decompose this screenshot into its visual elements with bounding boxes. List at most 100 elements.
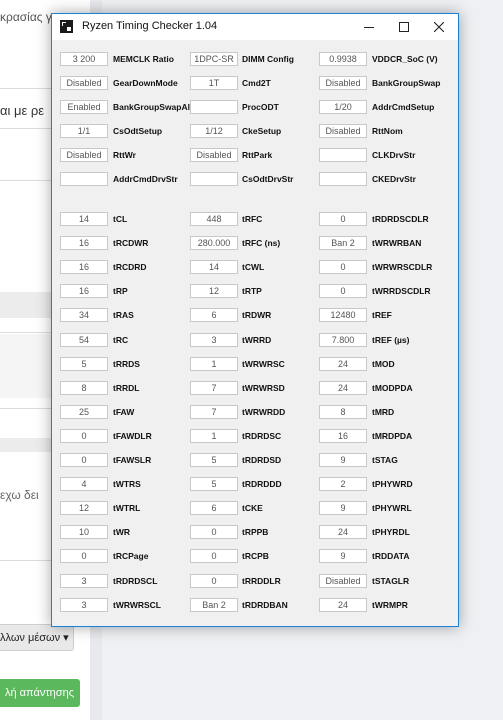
param-label: CKEDrvStr <box>372 174 416 184</box>
param-label: AddrCmdSetup <box>372 102 435 112</box>
param-cell: 9 tPHYWRL <box>52 497 458 519</box>
param-value-field[interactable]: 0 <box>319 284 367 299</box>
minimize-icon[interactable] <box>352 14 386 40</box>
param-cell: 1/20 AddrCmdSetup <box>52 96 458 118</box>
param-label: BankGroupSwap <box>372 78 441 88</box>
param-cell: 16 tMRDPDA <box>52 425 458 447</box>
param-value-field[interactable]: 24 <box>319 525 367 540</box>
param-cell: 8 tMRD <box>52 401 458 423</box>
param-cell: 12480 tREF <box>52 304 458 326</box>
param-value-field[interactable]: 7.800 <box>319 332 367 347</box>
param-row: 54 tRC 3 tWRRD 7.800 tREF (µs) <box>52 329 458 351</box>
param-value-field[interactable]: 16 <box>319 428 367 443</box>
param-label: tSTAGLR <box>372 575 410 586</box>
param-value-field[interactable] <box>319 148 367 162</box>
param-row: Disabled GearDownMode 1T Cmd2T Disabled BankG… <box>52 72 458 94</box>
param-cell: 0 tWRRDSCDLR <box>52 280 458 302</box>
param-cell: 9 tRDDATA <box>52 545 458 567</box>
param-row: 14 tCL 448 tRFC 0 tRDRDSCDLR <box>52 208 458 230</box>
param-row: Disabled RttWr Disabled RttPark CLKDrvStr <box>52 144 458 166</box>
param-cell: CLKDrvStr <box>52 144 458 166</box>
param-row: 16 tRCDRD 14 tCWL 0 tWRWRSCDLR <box>52 256 458 278</box>
param-row: 3 tWRWRSCL Ban 2 tRDRDBAN 24 tWRMPR <box>52 594 458 616</box>
close-icon[interactable] <box>422 14 456 40</box>
param-cell: CKEDrvStr <box>52 168 458 190</box>
param-label: tWRMPR <box>372 599 408 610</box>
param-cell: 2 tPHYWRD <box>52 473 458 495</box>
param-label: RttNom <box>372 126 403 136</box>
param-label: tPHYRDL <box>372 527 410 538</box>
param-row: 10 tWR 0 tRPPB 24 tPHYRDL <box>52 521 458 543</box>
param-value-field[interactable]: 9 <box>319 453 367 467</box>
param-label: tWRWRBAN <box>372 238 422 249</box>
param-value-field[interactable]: 0 <box>319 212 367 226</box>
param-value-field[interactable]: 8 <box>319 404 367 419</box>
param-value-field[interactable]: Disabled <box>319 124 367 138</box>
param-row: Enabled BankGroupSwapAlt ProcODT 1/20 AddrCm… <box>52 96 458 118</box>
param-value-field[interactable]: 9 <box>319 549 367 564</box>
maximize-icon[interactable] <box>387 14 421 40</box>
param-label: tMRD <box>372 406 395 417</box>
param-cell: 24 tMODPDA <box>52 377 458 399</box>
param-label: CLKDrvStr <box>372 150 416 160</box>
param-row: AddrCmdDrvStr CsOdtDrvStr CKEDrvStr <box>52 168 458 190</box>
param-cell: 24 tWRMPR <box>52 594 458 616</box>
param-value-field[interactable] <box>319 172 367 186</box>
param-value-field[interactable]: 1/20 <box>319 100 367 114</box>
param-row: 3 tRDRDSCL 0 tRRDDLR Disabled tSTAGLR <box>52 570 458 592</box>
param-row: 8 tRRDL 7 tWRWRSD 24 tMODPDA <box>52 377 458 399</box>
param-row: 5 tRRDS 1 tWRWRSC 24 tMOD <box>52 353 458 375</box>
param-label: tRDRDSCDLR <box>372 214 429 224</box>
param-label: tPHYWRD <box>372 479 413 490</box>
param-value-field[interactable]: Ban 2 <box>319 236 367 251</box>
param-value-field[interactable]: 0.9938 <box>319 52 367 66</box>
param-row: 34 tRAS 6 tRDWR 12480 tREF <box>52 304 458 326</box>
param-value-field[interactable]: 24 <box>319 380 367 395</box>
param-cell: Ban 2 tWRWRBAN <box>52 232 458 254</box>
param-cell: 0 tRDRDSCDLR <box>52 208 458 230</box>
param-cell: Disabled RttNom <box>52 120 458 142</box>
param-value-field[interactable]: 9 <box>319 501 367 516</box>
param-label: tPHYWRL <box>372 503 412 514</box>
param-cell: 9 tSTAG <box>52 449 458 471</box>
background-reply-button[interactable]: λή απάντησης <box>0 679 80 707</box>
param-row: 16 tRP 12 tRTP 0 tWRRDSCDLR <box>52 280 458 302</box>
param-value-field[interactable]: 24 <box>319 597 367 612</box>
param-row: 1/1 CsOdtSetup 1/12 CkeSetup Disabled RttNom <box>52 120 458 142</box>
param-cell: Disabled BankGroupSwap <box>52 72 458 94</box>
param-cell: Disabled tSTAGLR <box>52 570 458 592</box>
param-row: 3 200 MEMCLK Ratio 1DPC-SR DIMM Config 0.993… <box>52 48 458 70</box>
param-cell: 0 tWRWRSCDLR <box>52 256 458 278</box>
param-cell: 24 tPHYRDL <box>52 521 458 543</box>
param-row: 4 tWTRS 5 tRDRDDD 2 tPHYWRD <box>52 473 458 495</box>
param-row: 0 tFAWSLR 5 tRDRDSD 9 tSTAG <box>52 449 458 471</box>
background-dropdown-button[interactable]: λλων μέσων ▾ <box>0 624 74 651</box>
app-window: Ryzen Timing Checker 1.04 3 200 MEMCLK Ra… <box>51 13 459 627</box>
ryzen-app-icon <box>60 20 73 33</box>
param-value-field[interactable]: Disabled <box>319 76 367 90</box>
param-label: tWRRDSCDLR <box>372 286 431 297</box>
param-label: tREF <box>372 310 392 321</box>
param-label: tREF (µs) <box>372 334 410 345</box>
title-bar[interactable]: Ryzen Timing Checker 1.04 <box>52 14 458 40</box>
param-row: 16 tRCDWR 280.000 tRFC (ns) Ban 2 tWRWRBAN <box>52 232 458 254</box>
param-label: tMODPDA <box>372 382 413 393</box>
window-title: Ryzen Timing Checker 1.04 <box>82 20 218 32</box>
param-cell: 7.800 tREF (µs) <box>52 329 458 351</box>
param-row: 0 tFAWDLR 1 tRDRDSC 16 tMRDPDA <box>52 425 458 447</box>
param-cell: 24 tMOD <box>52 353 458 375</box>
param-label: tSTAG <box>372 455 398 465</box>
param-label: VDDCR_SoC (V) <box>372 54 438 64</box>
param-value-field[interactable]: 12480 <box>319 308 367 323</box>
param-value-field[interactable]: 24 <box>319 356 367 371</box>
param-row: 12 tWTRL 6 tCKE 9 tPHYWRL <box>52 497 458 519</box>
param-value-field[interactable]: 2 <box>319 477 367 492</box>
param-cell: 0.9938 VDDCR_SoC (V) <box>52 48 458 70</box>
param-label: tMRDPDA <box>372 430 413 441</box>
param-row: 25 tFAW 7 tWRWRDD 8 tMRD <box>52 401 458 423</box>
param-row: 0 tRCPage 0 tRCPB 9 tRDDATA <box>52 545 458 567</box>
param-value-field[interactable]: 0 <box>319 260 367 275</box>
param-label: tRDDATA <box>372 551 410 562</box>
param-label: tMOD <box>372 358 395 369</box>
param-value-field[interactable]: Disabled <box>319 573 367 588</box>
